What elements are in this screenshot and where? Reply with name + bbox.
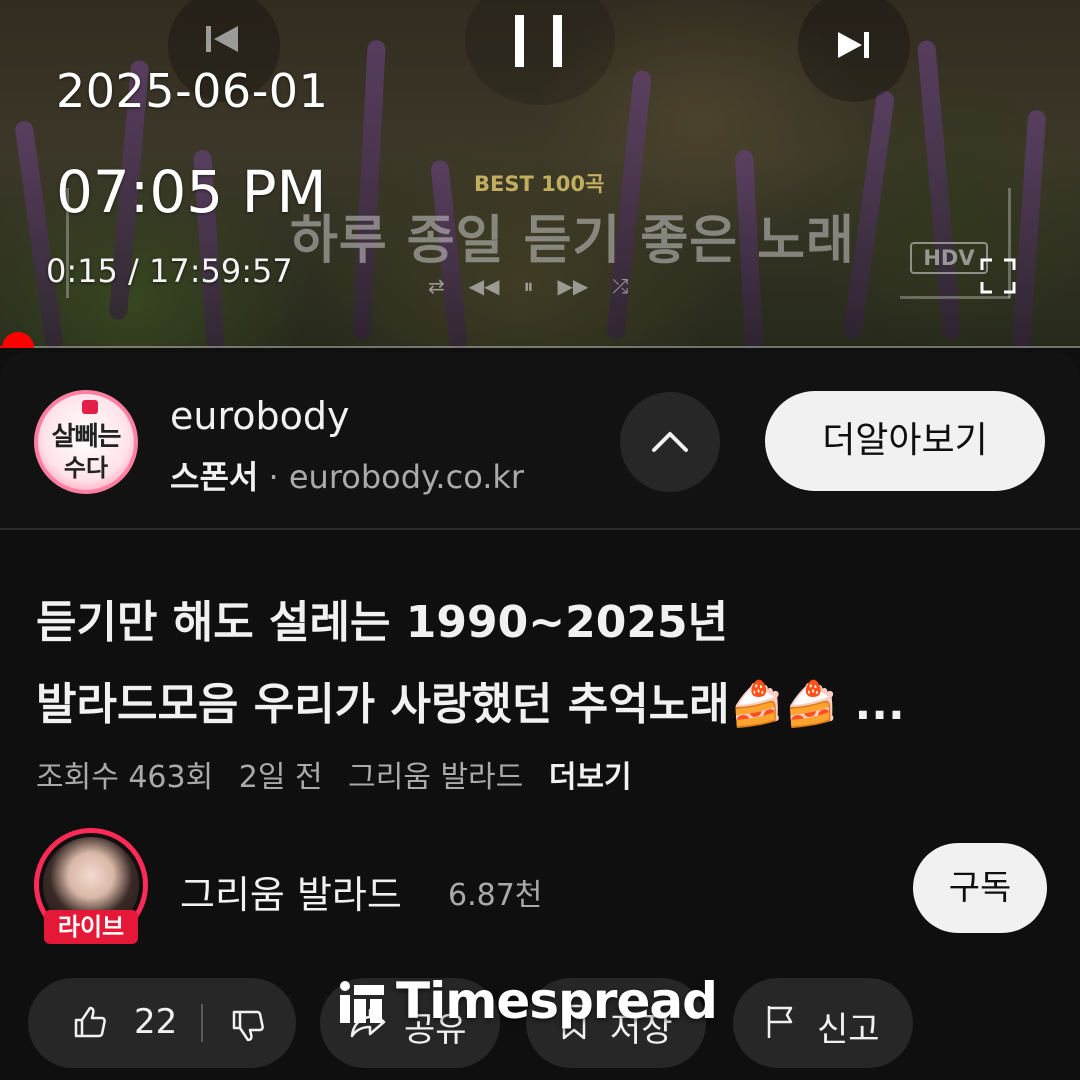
thumbnail-title: 하루 종일 듣기 좋은 노래 [290, 211, 855, 271]
channel-name[interactable]: 그리움 발라드 [180, 864, 402, 919]
current-time: 0:15 [46, 252, 118, 290]
like-divider [201, 1004, 203, 1042]
separator-dot: · [268, 458, 279, 496]
video-player[interactable]: BEST 100곡 하루 종일 듣기 좋은 노래 HDV ⇄ ◀◀ ⏸ ▶▶ ⤮… [0, 0, 1080, 348]
advertiser-logo[interactable]: 살빼는 수다 [34, 390, 138, 494]
video-title-line: 듣기만 해도 설레는 1990~2025년 [36, 597, 729, 648]
ad-domain: eurobody.co.kr [288, 458, 525, 496]
thumbnail-mini-controls: ⇄ ◀◀ ⏸ ▶▶ ⤮ [428, 274, 628, 298]
pause-button[interactable] [465, 0, 615, 105]
time-separator: / [117, 252, 149, 290]
thumbnail-frame [900, 296, 1010, 299]
flag-icon [767, 1006, 793, 1038]
video-title-line: 발라드모음 우리가 사랑했던 추억노래🍰🍰 ... [36, 679, 905, 730]
forward-icon: ▶▶ [557, 274, 589, 298]
like-count: 22 [134, 1002, 178, 1042]
live-badge: 라이브 [44, 910, 138, 944]
thumbnail-badge: BEST 100곡 [474, 172, 605, 196]
rewind-icon: ◀◀ [468, 274, 500, 298]
clock-overlay: 07:05 PM [56, 158, 327, 226]
more-button[interactable]: 더보기 [549, 760, 632, 795]
date-overlay: 2025-06-01 [56, 64, 329, 118]
collapse-ad-button[interactable] [620, 392, 720, 492]
channel-tag: 그리움 발라드 [348, 760, 524, 795]
repeat-icon: ⇄ [428, 274, 445, 298]
thumbs-up-icon[interactable] [70, 1002, 110, 1042]
time-display: 0:15 / 17:59:57 [46, 252, 293, 290]
logo-text: 수다 [63, 454, 109, 482]
watermark-text: Timespread [396, 972, 718, 1030]
view-count: 조회수 463회 [36, 760, 214, 795]
video-title[interactable]: 듣기만 해도 설레는 1990~2025년 발라드모음 우리가 사랑했던 추억노… [36, 582, 1056, 746]
pause-icon: ⏸ [523, 274, 534, 298]
progress-bar[interactable] [0, 332, 1080, 348]
report-label: 신고 [817, 1010, 880, 1050]
ad-panel[interactable]: 살빼는 수다 eurobody 스폰서 · eurobody.co.kr 더알아… [0, 352, 1080, 530]
heart-icon [82, 400, 98, 414]
fullscreen-button[interactable] [978, 256, 1018, 296]
duration: 17:59:57 [148, 252, 293, 290]
subscribe-button[interactable]: 구독 [913, 843, 1047, 933]
watermark-logo-icon [338, 977, 386, 1025]
thumbnail-quality: HDV [910, 242, 988, 274]
thumbs-down-icon[interactable] [228, 1006, 268, 1046]
fullscreen-icon [980, 258, 1016, 294]
learn-more-button[interactable]: 더알아보기 [765, 391, 1045, 491]
like-dislike-group[interactable]: 22 [28, 978, 296, 1068]
video-meta[interactable]: 조회수 463회 2일 전 그리움 발라드 더보기 [36, 752, 648, 796]
sponsor-label: 스폰서 [170, 458, 259, 496]
subscriber-count: 6.87천 [448, 878, 543, 913]
advertiser-name[interactable]: eurobody [170, 394, 349, 438]
upload-age: 2일 전 [238, 760, 323, 795]
watermark: Timespread [338, 972, 718, 1030]
report-button[interactable]: 신고 [733, 978, 913, 1068]
next-button[interactable] [798, 0, 910, 102]
chevron-up-icon [652, 432, 688, 452]
ad-subline: 스폰서 · eurobody.co.kr [170, 452, 524, 498]
pause-icon [515, 15, 562, 67]
shuffle-icon: ⤮ [612, 274, 629, 298]
skip-next-icon [838, 32, 869, 58]
